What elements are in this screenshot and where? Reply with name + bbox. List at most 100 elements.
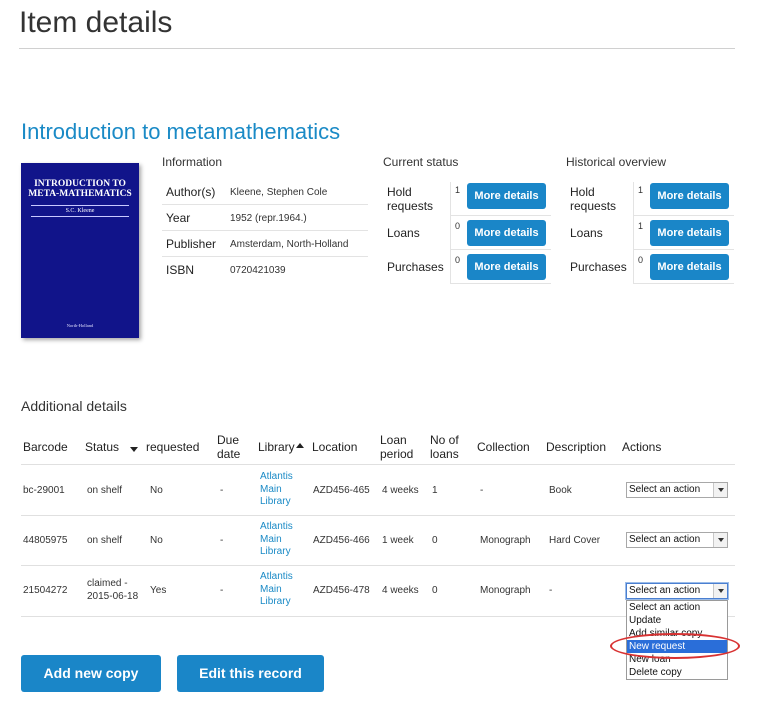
action-select-value: Select an action	[629, 585, 701, 596]
chevron-down-icon	[713, 533, 727, 547]
current-purchases-label: Purchases	[387, 260, 444, 274]
cell-requested: No	[150, 485, 163, 496]
historical-purchases-count: 0	[638, 255, 644, 265]
cell-description: Book	[549, 485, 572, 496]
cell-loan-period: 4 weeks	[382, 585, 419, 596]
cell-description: -	[549, 585, 553, 596]
column-header-no-of-loans[interactable]: No of loans	[430, 433, 466, 461]
sort-descending-icon[interactable]	[130, 447, 138, 452]
additional-details-heading: Additional details	[21, 398, 127, 414]
info-value-author: Kleene, Stephen Cole	[230, 187, 328, 198]
add-new-copy-button[interactable]: Add new copy	[21, 655, 161, 692]
cover-title: INTRODUCTION TO META-MATHEMATICS	[28, 179, 132, 199]
current-loans-label: Loans	[387, 226, 420, 240]
current-hold-requests-more-button[interactable]: More details	[467, 183, 546, 209]
row-divider	[21, 515, 735, 516]
cover-rule	[31, 205, 129, 206]
historical-hold-requests-count: 1	[638, 185, 644, 195]
current-purchases-count: 0	[455, 255, 461, 265]
column-header-library[interactable]: Library	[258, 440, 295, 454]
column-header-status[interactable]: Status	[85, 440, 119, 454]
dropdown-option-select-action[interactable]: Select an action	[627, 601, 727, 614]
current-purchases-more-button[interactable]: More details	[467, 254, 546, 280]
column-header-actions: Actions	[622, 440, 662, 454]
info-label-author: Author(s)	[166, 185, 216, 199]
historical-overview-heading: Historical overview	[566, 155, 667, 169]
book-title: Introduction to metamathematics	[21, 119, 341, 144]
cell-due-date: -	[220, 585, 224, 596]
cell-requested: Yes	[150, 585, 167, 596]
cell-collection: Monograph	[480, 585, 531, 596]
column-header-location[interactable]: Location	[312, 440, 357, 454]
column-header-due-date[interactable]: Due date	[217, 433, 247, 461]
historical-purchases-more-button[interactable]: More details	[650, 254, 729, 280]
info-value-year: 1952 (repr.1964.)	[230, 213, 307, 224]
cell-location: AZD456-478	[313, 585, 370, 596]
cell-status: on shelf	[87, 535, 123, 546]
status-divider	[450, 182, 451, 283]
current-hold-requests-label: Hold requests	[387, 185, 434, 213]
status-divider	[633, 283, 734, 284]
historical-loans-count: 1	[638, 221, 644, 231]
cell-location: AZD456-465	[313, 485, 370, 496]
cell-description: Hard Cover	[549, 535, 601, 546]
info-divider	[162, 230, 368, 231]
cell-requested: No	[150, 535, 163, 546]
info-label-publisher: Publisher	[166, 237, 217, 251]
highlight-annotation-ring	[610, 633, 740, 659]
cell-no-of-loans: 0	[432, 585, 438, 596]
column-header-requested[interactable]: requested	[146, 440, 199, 454]
status-divider	[450, 215, 551, 216]
title-divider	[19, 48, 735, 49]
column-header-barcode[interactable]: Barcode	[23, 440, 68, 454]
action-select-open[interactable]: Select an action	[626, 583, 728, 599]
cell-library-link[interactable]: Atlantis Main Library	[260, 521, 300, 559]
historical-hold-requests-label: Hold requests	[570, 185, 617, 213]
cell-status: on shelf	[87, 485, 123, 496]
action-select-value: Select an action	[629, 484, 701, 495]
cell-no-of-loans: 0	[432, 535, 438, 546]
cover-publisher: North-Holland	[66, 323, 94, 328]
action-select-value: Select an action	[629, 534, 701, 545]
cell-due-date: -	[220, 535, 224, 546]
cell-library-link[interactable]: Atlantis Main Library	[260, 471, 300, 509]
current-loans-count: 0	[455, 221, 461, 231]
current-status-heading: Current status	[383, 155, 459, 169]
row-divider	[21, 565, 735, 566]
edit-this-record-button[interactable]: Edit this record	[177, 655, 324, 692]
info-divider	[162, 204, 368, 205]
historical-loans-more-button[interactable]: More details	[650, 220, 729, 246]
cell-library-link[interactable]: Atlantis Main Library	[260, 571, 300, 609]
cell-loan-period: 4 weeks	[382, 485, 419, 496]
historical-loans-label: Loans	[570, 226, 603, 240]
info-value-isbn: 0720421039	[230, 265, 286, 276]
cover-rule	[31, 216, 129, 217]
status-divider	[633, 249, 734, 250]
column-header-loan-period[interactable]: Loan period	[380, 433, 418, 461]
dropdown-option-delete-copy[interactable]: Delete copy	[627, 666, 727, 679]
chevron-down-icon	[713, 584, 727, 598]
table-header-divider	[21, 464, 735, 465]
info-value-publisher: Amsterdam, North-Holland	[230, 239, 349, 250]
historical-hold-requests-more-button[interactable]: More details	[650, 183, 729, 209]
historical-purchases-label: Purchases	[570, 260, 627, 274]
cell-no-of-loans: 1	[432, 485, 438, 496]
current-loans-more-button[interactable]: More details	[467, 220, 546, 246]
column-header-description[interactable]: Description	[546, 440, 606, 454]
info-divider	[162, 256, 368, 257]
column-header-collection[interactable]: Collection	[477, 440, 530, 454]
dropdown-option-update[interactable]: Update	[627, 614, 727, 627]
cell-collection: -	[480, 485, 484, 496]
status-divider	[633, 182, 634, 283]
sort-ascending-icon[interactable]	[296, 443, 304, 448]
action-select[interactable]: Select an action	[626, 482, 728, 498]
action-select[interactable]: Select an action	[626, 532, 728, 548]
current-hold-requests-count: 1	[455, 185, 461, 195]
cell-location: AZD456-466	[313, 535, 370, 546]
cell-barcode: 21504272	[23, 585, 68, 596]
status-divider	[450, 283, 551, 284]
information-heading: Information	[162, 155, 223, 169]
status-divider	[633, 215, 734, 216]
book-cover-image: INTRODUCTION TO META-MATHEMATICS S.C. Kl…	[21, 163, 139, 338]
status-divider	[450, 249, 551, 250]
